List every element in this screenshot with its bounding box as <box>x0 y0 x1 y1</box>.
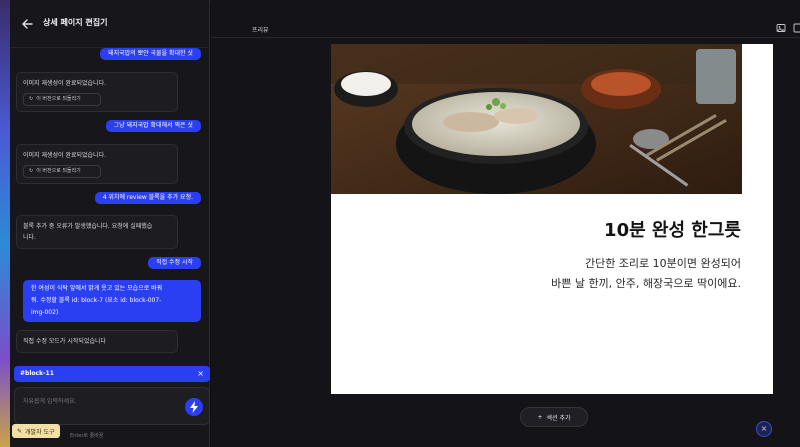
expand-icon[interactable] <box>793 23 800 33</box>
user-message-line: 줘. 수정할 블록 id: block-7 (요소 id: block-007- <box>31 297 162 304</box>
plus-icon: + <box>537 413 543 421</box>
back-arrow-icon[interactable] <box>20 16 36 32</box>
system-message-text: 이미지 재생성이 완료되었습니다. <box>23 80 107 87</box>
canvas-margin <box>742 44 773 394</box>
system-message-text: 이미지 재생성이 완료되었습니다. <box>23 152 107 159</box>
send-button[interactable] <box>185 398 203 416</box>
revert-icon: ↻ <box>29 96 34 102</box>
wrench-icon: ✎ <box>17 427 23 435</box>
revert-label: 이 버전으로 되돌리기 <box>36 96 81 102</box>
selected-block-label: #block-11 <box>20 370 54 377</box>
description[interactable]: 간단한 조리로 10분이면 완성되어 바쁜 날 한끼, 안주, 해장국으로 딱이… <box>551 254 741 294</box>
preview-title: 프리뷰 <box>252 27 269 34</box>
user-message: 4 위치에 review 블록을 추가 요청. <box>94 192 201 204</box>
revert-button[interactable]: ↻ 이 버전으로 되돌리기 <box>23 165 101 178</box>
user-message-line: 한 여성이 식탁 앞에서 밝게 웃고 있는 모습으로 바꿔 <box>31 285 163 292</box>
headline[interactable]: 10분 완성 한그릇 <box>604 216 741 242</box>
close-icon[interactable]: × <box>197 369 204 378</box>
system-message: 블록 추가 중 오류가 발생했습니다. 요청에 실패했습 니다. <box>16 215 178 249</box>
hero-image[interactable] <box>331 44 742 194</box>
preview-header: 프리뷰 <box>211 0 800 38</box>
preview-panel: 프리뷰 10분 완성 한그릇 간단한 조리로 10분이면 완성되어 바쁜 날 한… <box>211 0 800 447</box>
revert-button[interactable]: ↻ 이 버전으로 되돌리기 <box>23 93 101 106</box>
close-icon[interactable]: × <box>756 421 772 437</box>
selected-block-tag: #block-11 × <box>14 366 210 382</box>
dev-tools-label: 개발자 도구 <box>25 428 55 436</box>
revert-icon: ↻ <box>29 168 34 174</box>
app-window: 상세 페이지 편집기 돼지국밥의 뽀얀 국물을 확대한 샷 이미지 재생성이 완… <box>0 0 800 447</box>
user-message: 직접 수정 시작 <box>148 257 201 269</box>
gukbap-photo <box>331 44 742 194</box>
system-message: 이미지 재생성이 완료되었습니다. ↻ 이 버전으로 되돌리기 <box>16 144 178 184</box>
lightning-icon <box>190 401 198 413</box>
description-line: 바쁜 날 한끼, 안주, 해장국으로 딱이에요. <box>551 277 741 290</box>
description-line: 간단한 조리로 10분이면 완성되어 <box>584 257 741 270</box>
system-message-text: 직접 수정 모드가 시작되었습니다 <box>23 338 107 345</box>
desktop-background <box>0 0 10 447</box>
chat-sidebar: 상세 페이지 편집기 돼지국밥의 뽀얀 국물을 확대한 샷 이미지 재생성이 완… <box>10 0 210 447</box>
system-message-line: 니다. <box>23 234 36 241</box>
user-message-line: img-002) <box>31 309 59 316</box>
add-section-button[interactable]: + 섹션 추가 <box>520 407 588 427</box>
system-message: 직접 수정 모드가 시작되었습니다 <box>16 330 178 353</box>
sidebar-title: 상세 페이지 편집기 <box>43 18 108 27</box>
image-icon[interactable] <box>776 23 786 33</box>
system-message: 이미지 재생성이 완료되었습니다. ↻ 이 버전으로 되돌리기 <box>16 72 178 112</box>
user-message: 그냥 돼지국밥 확대해서 찍은 샷 <box>105 120 201 132</box>
sidebar-header: 상세 페이지 편집기 <box>10 0 210 48</box>
input-hint: Enter로 줄바꿈 <box>70 433 104 439</box>
user-message: 한 여성이 식탁 앞에서 밝게 웃고 있는 모습으로 바꿔 줘. 수정할 블록 … <box>23 280 201 322</box>
user-message: 돼지국밥의 뽀얀 국물을 확대한 샷 <box>100 48 201 60</box>
detail-page-canvas: 10분 완성 한그릇 간단한 조리로 10분이면 완성되어 바쁜 날 한끼, 안… <box>331 44 773 394</box>
revert-label: 이 버전으로 되돌리기 <box>36 168 81 174</box>
chat-input[interactable] <box>23 398 173 405</box>
system-message-line: 블록 추가 중 오류가 발생했습니다. 요청에 실패했습 <box>23 223 153 230</box>
chat-input-box <box>14 387 210 425</box>
add-section-label: 섹션 추가 <box>546 414 571 422</box>
dev-tools-button[interactable]: ✎ 개발자 도구 <box>12 424 60 438</box>
